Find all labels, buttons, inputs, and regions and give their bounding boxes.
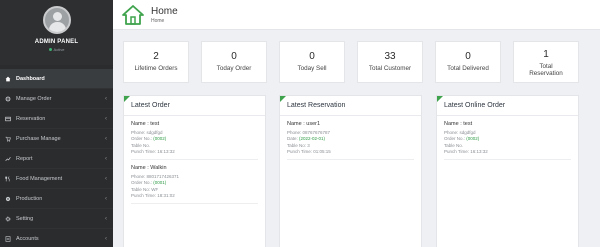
entry-punch-time: Punch Time: 18:31:02 (131, 193, 175, 199)
order-no-label: Order No.: (444, 136, 467, 142)
chevron-left-icon: ‹ (105, 215, 107, 222)
entry-name: Name : test (131, 121, 160, 127)
list-item[interactable]: Name : Walkin Phone: 8801717426371 Order… (131, 160, 258, 205)
entry-name: Name : Walkin (131, 165, 167, 172)
sidebar-item-label: Manage Order (16, 95, 52, 102)
breadcrumb[interactable]: Home (151, 18, 178, 24)
stat-value: 2 (153, 51, 159, 62)
chevron-left-icon: ‹ (105, 175, 107, 182)
entry-name: Name : test (444, 121, 473, 127)
stat-label: Total Customer (368, 65, 412, 72)
sidebar-item-label: Dashboard (16, 75, 45, 82)
stat-label: Total Delivered (447, 65, 489, 72)
page-title: Home (151, 5, 178, 17)
entry-punch-time: Punch Time: 16:13:32 (444, 148, 488, 154)
order-no-label: Order No.: (131, 136, 154, 142)
date-label: Date: (287, 136, 300, 142)
chevron-left-icon: ‹ (105, 195, 107, 202)
stat-label: Total Reservation (529, 63, 563, 77)
list-item[interactable]: Name : test Phone: sdgdfgd Order No.: (0… (444, 116, 571, 161)
profile-section: ADMIN PANEL Active (0, 0, 113, 65)
latest-order-panel: Latest Order Name : test Phone: sdgdfgd … (123, 95, 266, 247)
order-no-value: (0001) (153, 180, 167, 186)
sidebar: ADMIN PANEL Active Dashboard Manage Orde… (0, 0, 113, 247)
accounts-icon (5, 235, 11, 242)
entry-punch-time: Punch Time: 16:13:32 (131, 148, 175, 154)
panel-title: Latest Online Order (437, 96, 578, 116)
corner-accent (124, 96, 130, 102)
stat-label: Lifetime Orders (134, 65, 178, 72)
stat-card-total-customer[interactable]: 33 Total Customer (357, 41, 423, 83)
status-indicator: Active (0, 47, 113, 52)
home-icon (5, 76, 11, 82)
stat-value: 33 (384, 51, 396, 62)
stat-card-total-delivered[interactable]: 0 Total Delivered (435, 41, 501, 83)
date-value: (2022-02-01) (299, 136, 326, 142)
chevron-left-icon: ‹ (105, 115, 107, 122)
order-no-label: Order No.: (131, 180, 154, 186)
avatar-body (48, 22, 66, 32)
sidebar-item-report[interactable]: Report ‹ (0, 149, 113, 169)
stat-value: 0 (309, 51, 315, 62)
sidebar-item-reservation[interactable]: Reservation ‹ (0, 109, 113, 129)
sidebar-item-setting[interactable]: Setting ‹ (0, 209, 113, 229)
latest-reservation-panel: Latest Reservation Name : user1 Phone: 0… (279, 95, 422, 247)
stat-label: Today Order (216, 65, 252, 72)
entry-name: Name : user1 (287, 121, 321, 127)
sidebar-item-label: Setting (16, 215, 34, 222)
order-no-value: (0002) (466, 136, 480, 142)
panel-title: Latest Reservation (280, 96, 421, 116)
production-icon (5, 196, 11, 202)
sidebar-item-purchase-manage[interactable]: Purchase Manage ‹ (0, 129, 113, 149)
sidebar-item-manage-order[interactable]: Manage Order ‹ (0, 89, 113, 109)
sidebar-item-label: Report (16, 155, 33, 162)
header-text: Home Home (151, 6, 178, 24)
report-icon (5, 156, 11, 162)
sidebar-item-label: Food Management (16, 175, 63, 182)
corner-accent (280, 96, 286, 102)
stat-card-total-reservation[interactable]: 1 Total Reservation (513, 41, 579, 83)
stat-value: 1 (543, 49, 549, 60)
stat-value: 0 (231, 51, 237, 62)
avatar[interactable] (42, 6, 71, 34)
panel-title: Latest Order (124, 96, 265, 116)
sidebar-item-production[interactable]: Production ‹ (0, 189, 113, 209)
cart-icon (5, 136, 11, 142)
admin-panel-title: ADMIN PANEL (34, 39, 79, 45)
sidebar-item-label: Purchase Manage (16, 135, 61, 142)
avatar-head (52, 12, 62, 21)
home-icon (122, 4, 144, 26)
order-no-value: (0002) (153, 136, 167, 142)
sidebar-item-dashboard[interactable]: Dashboard (0, 69, 113, 89)
status-dot-icon (48, 48, 52, 51)
chevron-left-icon: ‹ (105, 155, 107, 162)
sidebar-item-accounts[interactable]: Accounts ‹ (0, 229, 113, 247)
sidebar-item-label: Accounts (16, 235, 39, 242)
status-text: Active (53, 47, 65, 52)
page-header: Home Home (113, 0, 600, 30)
latest-online-order-panel: Latest Online Order Name : test Phone: s… (436, 95, 579, 247)
sidebar-item-label: Reservation (16, 115, 46, 122)
chevron-left-icon: ‹ (105, 235, 107, 242)
entry-punch-time: Punch Time: 01:05:15 (287, 148, 331, 154)
sidebar-menu: Dashboard Manage Order ‹ Reservation ‹ P… (0, 69, 113, 247)
list-item[interactable]: Name : test Phone: sdgdfgd Order No.: (0… (131, 116, 258, 161)
list-item[interactable]: Name : user1 Phone: 08767676787 Date: (2… (287, 116, 414, 161)
stat-card-today-sell[interactable]: 0 Today Sell (279, 41, 345, 83)
corner-accent (437, 96, 443, 102)
stat-value: 0 (465, 51, 471, 62)
gear-icon (5, 96, 11, 102)
settings-icon (5, 216, 11, 222)
sidebar-item-label: Production (16, 195, 43, 202)
sidebar-item-food-management[interactable]: Food Management ‹ (0, 169, 113, 189)
chevron-left-icon: ‹ (105, 95, 107, 102)
stat-label: Today Sell (297, 65, 327, 72)
stat-card-today-order[interactable]: 0 Today Order (201, 41, 267, 83)
food-icon (5, 175, 11, 182)
chevron-left-icon: ‹ (105, 135, 107, 142)
stat-card-lifetime-orders[interactable]: 2 Lifetime Orders (123, 41, 189, 83)
reservation-icon (5, 116, 11, 122)
